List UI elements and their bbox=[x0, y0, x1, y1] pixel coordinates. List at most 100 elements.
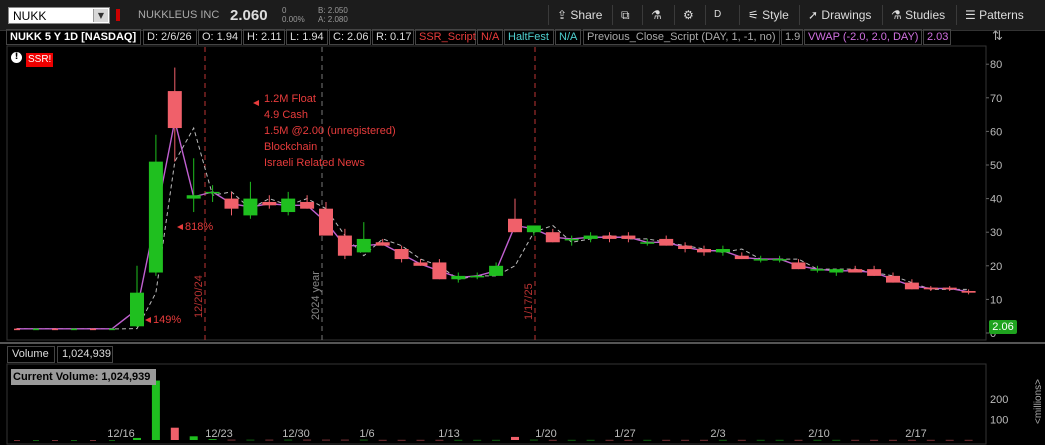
candle-body bbox=[319, 208, 333, 236]
candle-body bbox=[451, 275, 466, 280]
candle-body bbox=[90, 328, 96, 331]
date-tick-label: 12/16 bbox=[107, 428, 135, 440]
volume-bar bbox=[889, 439, 897, 441]
price-tick-label: 80 bbox=[990, 59, 1002, 71]
volume-bar bbox=[681, 439, 690, 441]
volume-bar bbox=[151, 380, 160, 440]
last-price-badge: 2.06 bbox=[989, 320, 1017, 334]
volume-bar bbox=[548, 439, 557, 441]
volume-bar bbox=[416, 439, 425, 441]
candle-body bbox=[526, 225, 541, 233]
marker-label-3: 1/17/25 bbox=[523, 283, 535, 320]
date-tick-label: 2/3 bbox=[710, 428, 725, 440]
date-tick-label: 12/30 bbox=[282, 428, 310, 440]
candle-body bbox=[52, 328, 58, 331]
candle-body bbox=[508, 218, 522, 233]
volume-bar bbox=[473, 439, 482, 441]
date-tick-label: 1/13 bbox=[438, 428, 459, 440]
volume-bar bbox=[605, 439, 614, 441]
volume-bar bbox=[340, 439, 349, 441]
volume-bar bbox=[14, 440, 20, 441]
candle-body bbox=[564, 238, 579, 241]
candle-body bbox=[886, 275, 900, 283]
volume-bar bbox=[870, 439, 879, 441]
volume-bar bbox=[700, 439, 708, 441]
volume-bar bbox=[567, 439, 576, 441]
volume-bar bbox=[322, 439, 330, 441]
date-tick-label: 2/10 bbox=[808, 428, 829, 440]
candle-body bbox=[772, 259, 787, 261]
candle-body bbox=[602, 235, 617, 239]
price-chart[interactable]: 01020304050607080 100200 12/16 12/23 12/30… bbox=[0, 0, 1045, 445]
price-axis: 01020304050607080 bbox=[986, 59, 1002, 340]
volume-bar bbox=[907, 439, 916, 441]
volume-bar bbox=[718, 439, 727, 441]
pct-818-label: 818% bbox=[185, 221, 214, 233]
candle-body bbox=[300, 201, 315, 209]
pct-149-label: 149% bbox=[153, 314, 182, 326]
candle-body bbox=[33, 328, 39, 331]
candle-body bbox=[205, 191, 220, 194]
volume-bar bbox=[378, 439, 387, 441]
candle-body bbox=[734, 255, 749, 260]
candle-body bbox=[640, 242, 655, 244]
volume-bar bbox=[926, 439, 935, 441]
candle-body bbox=[659, 238, 674, 246]
volume-bar bbox=[33, 440, 39, 441]
volume-bar bbox=[435, 439, 444, 441]
candle-body bbox=[281, 198, 296, 213]
date-tick-label: 1/6 bbox=[359, 428, 374, 440]
candle-body bbox=[867, 269, 882, 276]
current-volume-label: Current Volume: 1,024,939 bbox=[11, 369, 156, 385]
price-tick-label: 10 bbox=[990, 294, 1002, 306]
candle-body bbox=[923, 287, 938, 290]
pct149-arrow-icon bbox=[145, 317, 151, 323]
candle-body bbox=[262, 201, 277, 206]
date-tick-label: 1/27 bbox=[614, 428, 635, 440]
volume-bar bbox=[284, 439, 293, 441]
volume-bar bbox=[52, 440, 58, 441]
volume-bar bbox=[227, 439, 236, 441]
volume-unit-text: <millions> bbox=[1033, 378, 1044, 424]
date-tick-label: 12/23 bbox=[205, 428, 233, 440]
volume-bar bbox=[775, 439, 784, 441]
volume-bar bbox=[170, 427, 179, 440]
volume-bar bbox=[454, 439, 463, 441]
candle-body bbox=[904, 282, 919, 290]
volume-bar bbox=[643, 439, 652, 441]
candle-body bbox=[583, 235, 598, 239]
volume-bar bbox=[71, 440, 77, 441]
candle-body bbox=[148, 161, 163, 273]
volume-tick-label: 200 bbox=[990, 394, 1008, 406]
candle-body bbox=[337, 235, 352, 256]
candle-body bbox=[545, 232, 560, 243]
volume-bar bbox=[586, 439, 595, 441]
volume-bar bbox=[246, 439, 255, 441]
info-icon[interactable]: ! bbox=[11, 52, 22, 63]
candle-body bbox=[413, 262, 428, 266]
volume-bar bbox=[265, 439, 274, 441]
candle-body bbox=[961, 291, 976, 293]
volume-bar bbox=[756, 439, 765, 441]
marker-label-2: 2024 year bbox=[310, 271, 322, 320]
price-tick-label: 30 bbox=[990, 227, 1002, 239]
candles bbox=[14, 67, 976, 331]
note-offering: 1.5M @2.00 (unregistered) bbox=[264, 125, 396, 137]
volume-bar bbox=[133, 437, 141, 440]
candle-body bbox=[715, 249, 730, 253]
candle-body bbox=[697, 249, 711, 253]
candle-body bbox=[130, 292, 144, 327]
candle-body bbox=[621, 235, 636, 239]
arrange-icon[interactable]: ⇅ bbox=[992, 29, 1003, 44]
price-tick-label: 50 bbox=[990, 160, 1002, 172]
candle-body bbox=[109, 328, 115, 331]
volume-study-title[interactable]: Volume bbox=[7, 346, 55, 363]
candle-body bbox=[375, 242, 390, 246]
volume-axis: 100 200 bbox=[990, 394, 1008, 427]
volume-bar bbox=[964, 439, 973, 441]
volume-bar bbox=[945, 439, 954, 441]
candle-body bbox=[224, 198, 239, 209]
volume-study-value: 1,024,939 bbox=[57, 346, 113, 363]
candle-body bbox=[753, 259, 768, 261]
volume-bar bbox=[794, 439, 803, 441]
